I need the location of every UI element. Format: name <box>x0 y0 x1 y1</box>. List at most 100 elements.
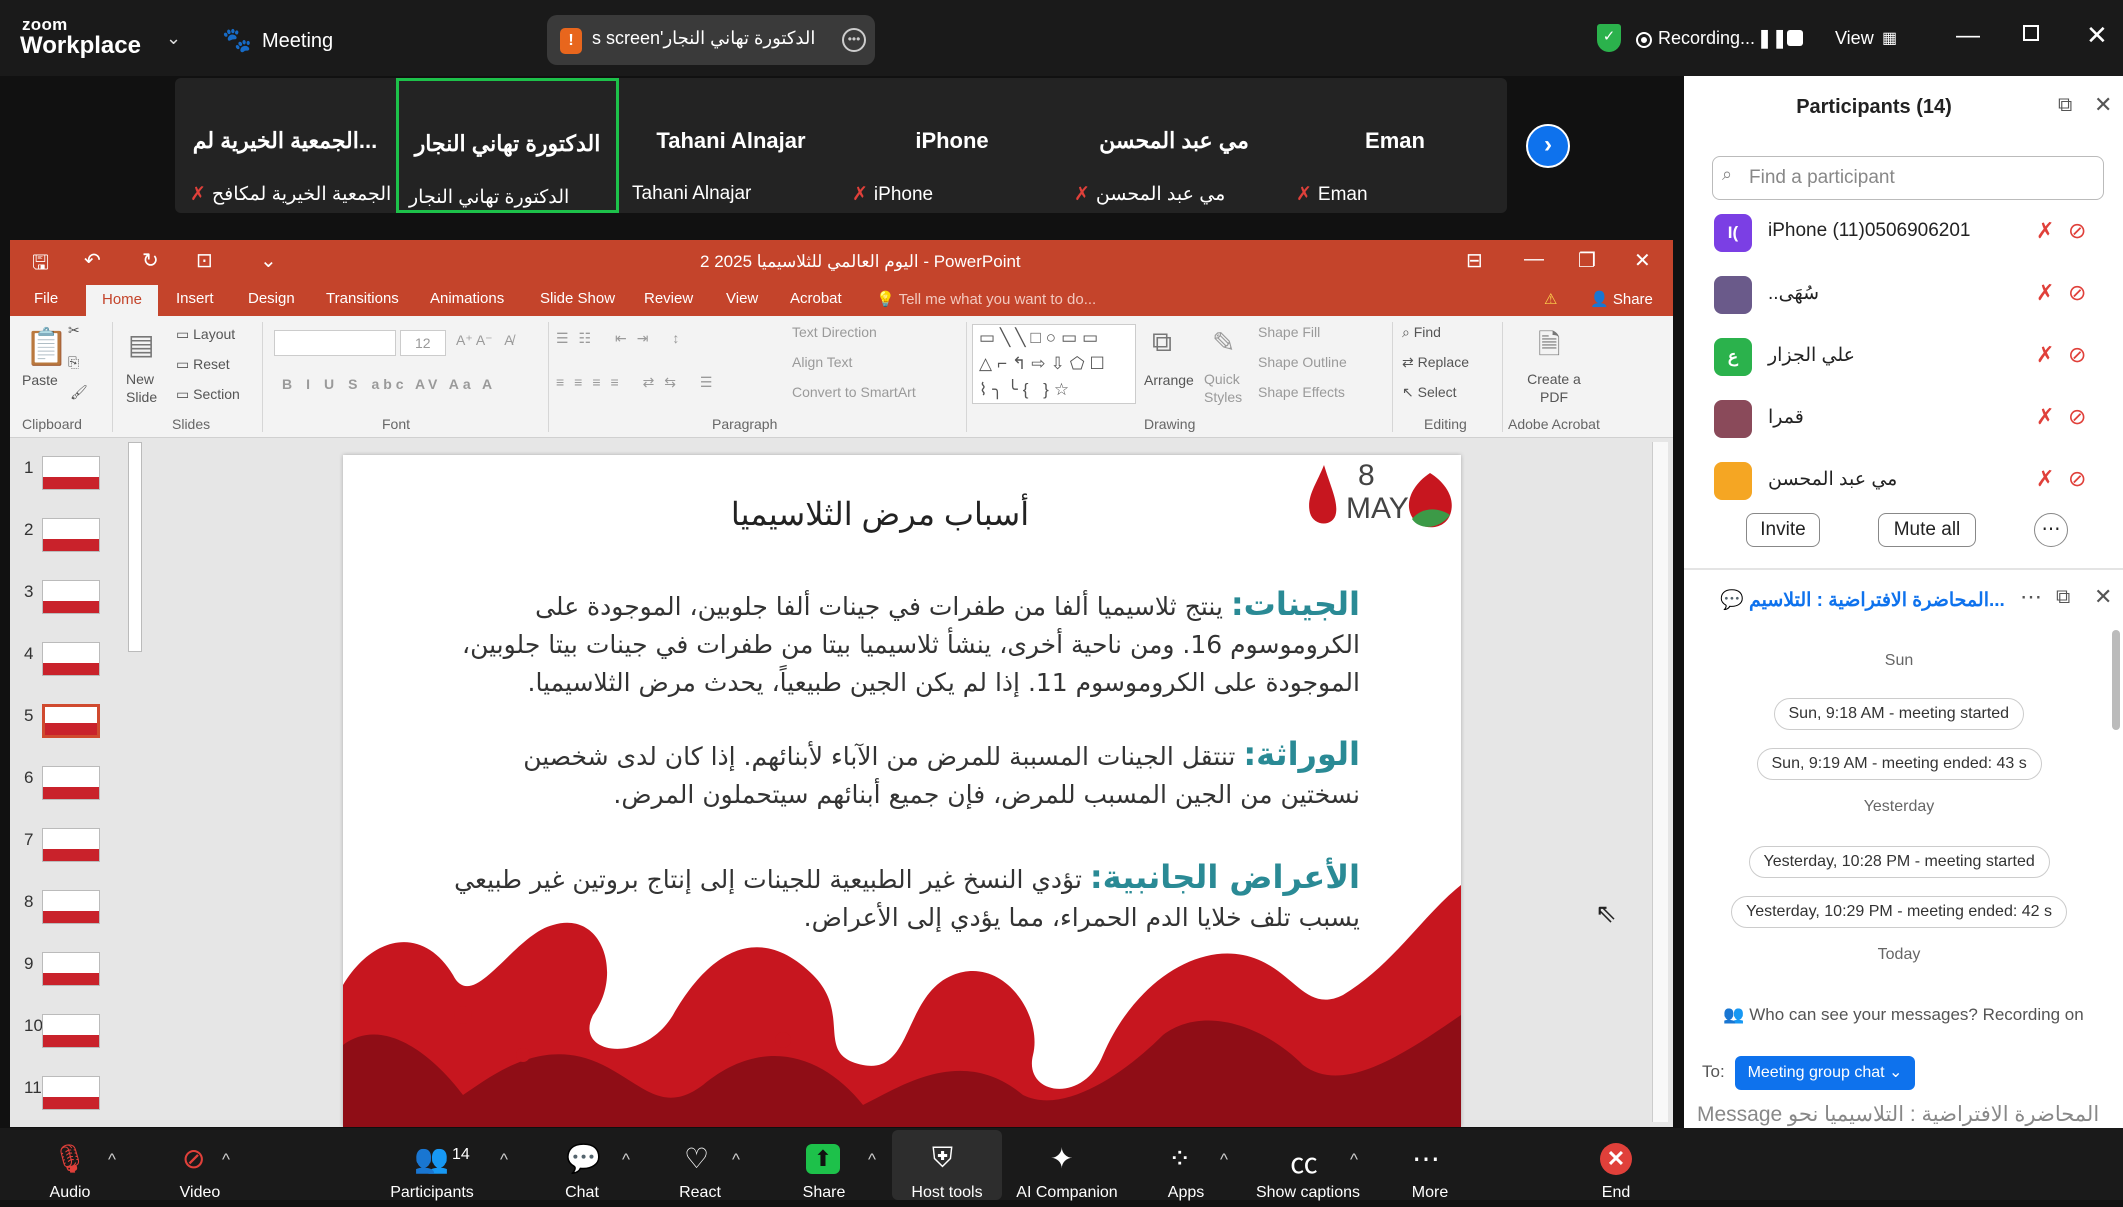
invite-button[interactable]: Invite <box>1746 513 1820 547</box>
redo-icon[interactable]: ↻ <box>142 248 159 273</box>
pp-close-button[interactable]: ✕ <box>1634 248 1651 273</box>
undo-icon[interactable]: ↶ <box>84 248 101 273</box>
participants-options-caret[interactable]: ^ <box>500 1150 508 1170</box>
video-off-icon[interactable]: ⊘ <box>182 1142 205 1175</box>
slide-thumbnail-selected[interactable] <box>42 704 100 738</box>
chat-options-caret[interactable]: ^ <box>622 1150 630 1170</box>
slide-thumbnail[interactable] <box>42 1076 100 1110</box>
meeting-label[interactable]: Meeting <box>262 30 333 53</box>
recipient-dropdown[interactable]: Meeting group chat ⌄ <box>1735 1056 1915 1090</box>
apps-icon[interactable]: ⁘ <box>1168 1142 1191 1175</box>
recording-notice[interactable]: 👥 Who can see your messages? Recording o… <box>1684 1005 2123 1025</box>
pause-recording-button[interactable]: ❚❚ <box>1757 28 1787 49</box>
select-button[interactable]: ↖ Select <box>1402 384 1457 401</box>
ribbon-display-icon[interactable]: ⊟ <box>1466 248 1483 273</box>
font-name-field[interactable] <box>274 330 396 356</box>
warning-icon[interactable]: ⚠ <box>1544 290 1557 308</box>
share-screen-icon[interactable]: ⬆ <box>806 1144 840 1174</box>
layout-button[interactable]: ▭ Layout <box>176 326 235 343</box>
pp-minimize-button[interactable]: — <box>1524 248 1544 271</box>
muted-mic-icon[interactable]: ✗ <box>2036 218 2054 244</box>
find-participant-input[interactable]: Find a participant <box>1712 156 2104 200</box>
audio-options-caret[interactable]: ^ <box>108 1150 116 1170</box>
video-off-icon[interactable]: ⊘ <box>2068 280 2086 306</box>
share-button[interactable]: Share <box>754 1184 894 1202</box>
slide-thumbnail[interactable] <box>42 766 100 800</box>
view-button[interactable]: View <box>1835 28 1874 49</box>
tab-transitions[interactable]: Transitions <box>326 290 399 307</box>
quick-styles-button[interactable]: Quick Styles <box>1204 370 1250 406</box>
muted-mic-icon[interactable]: ✗ <box>2036 342 2054 368</box>
list-indent-icons[interactable]: ☰☷ ⇤⇥ ↕ <box>556 330 689 347</box>
participant-row[interactable]: مي عبد المحسن ✗ ⊘ <box>1684 454 2104 510</box>
font-size-field[interactable]: 12 <box>400 330 446 356</box>
stop-recording-button[interactable] <box>1787 30 1803 46</box>
paste-button[interactable]: Paste <box>22 372 58 388</box>
slide-thumbnail[interactable] <box>42 518 100 552</box>
maximize-window-button[interactable] <box>2023 25 2039 41</box>
font-format-icons[interactable]: BIUSabc AV Aa A <box>282 376 496 392</box>
pp-restore-button[interactable]: ❐ <box>1578 248 1596 273</box>
mute-all-button[interactable]: Mute all <box>1878 513 1976 547</box>
shape-outline-button[interactable]: Shape Outline <box>1258 354 1347 370</box>
tab-view[interactable]: View <box>726 290 758 307</box>
close-icon[interactable]: ✕ <box>2094 92 2112 118</box>
slide-thumbnail[interactable] <box>42 456 100 490</box>
security-shield-icon[interactable]: ✓ <box>1597 24 1621 52</box>
shapes-gallery[interactable]: ▭╲╲□○▭▭ △⌐↰⇨⇩⬠☐ ⌇╮╰{ }☆ <box>972 324 1136 404</box>
video-tile[interactable]: الجمعية الخيرية لم... ✗ الجمعية الخيرية ل… <box>180 78 391 213</box>
share-options-caret[interactable]: ^ <box>868 1150 876 1170</box>
slide-thumbnail[interactable] <box>42 642 100 676</box>
format-painter-icon[interactable]: 🖌 <box>70 384 88 401</box>
arrange-icon[interactable]: ⧉ <box>1152 326 1172 359</box>
chat-scrollbar[interactable] <box>2112 630 2120 730</box>
close-window-button[interactable]: ✕ <box>2086 20 2108 51</box>
participants-button[interactable]: Participants <box>362 1184 502 1202</box>
chevron-down-icon[interactable]: ⌄ <box>166 28 181 49</box>
show-captions-button[interactable]: Show captions <box>1238 1184 1378 1202</box>
video-tile[interactable]: Eman ✗ Eman <box>1286 78 1504 213</box>
video-tile[interactable]: مي عبد المحسن ✗ مي عبد المحسن <box>1064 78 1284 213</box>
more-icon[interactable]: ⋯ <box>1412 1142 1440 1175</box>
alignment-icons[interactable]: ≡≡≡≡ ⇄⇆ ☰ <box>556 374 722 391</box>
video-off-icon[interactable]: ⊘ <box>2068 342 2086 368</box>
tab-review[interactable]: Review <box>644 290 693 307</box>
align-text-button[interactable]: Align Text <box>792 354 852 370</box>
apps-options-caret[interactable]: ^ <box>1220 1150 1228 1170</box>
tab-home[interactable]: Home <box>86 285 158 316</box>
grid-view-icon[interactable]: ▦ <box>1882 28 1897 48</box>
slide-thumbnail[interactable] <box>42 890 100 924</box>
participant-row[interactable]: قمرا ✗ ⊘ <box>1684 392 2104 448</box>
start-slideshow-icon[interactable]: ⊡ <box>196 248 213 273</box>
text-direction-button[interactable]: Text Direction <box>792 324 877 340</box>
copy-icon[interactable]: ⎘ <box>68 354 79 371</box>
video-button[interactable]: Video <box>130 1184 270 1202</box>
shape-fill-button[interactable]: Shape Fill <box>1258 324 1320 340</box>
chat-bubble-icon[interactable]: 💬 <box>566 1142 601 1175</box>
slide-thumbnail[interactable] <box>42 952 100 986</box>
tab-insert[interactable]: Insert <box>176 290 214 307</box>
find-button[interactable]: ⌕ Find <box>1402 324 1441 341</box>
react-options-caret[interactable]: ^ <box>732 1150 740 1170</box>
more-button[interactable]: More <box>1360 1184 1500 1202</box>
muted-mic-icon[interactable]: ✗ <box>2036 404 2054 430</box>
audio-button[interactable]: Audio <box>0 1184 140 1202</box>
captions-options-caret[interactable]: ^ <box>1350 1150 1358 1170</box>
convert-smartart-button[interactable]: Convert to SmartArt <box>792 384 916 400</box>
apps-button[interactable]: Apps <box>1116 1184 1256 1202</box>
next-page-button[interactable]: › <box>1526 124 1570 168</box>
tab-design[interactable]: Design <box>248 290 295 307</box>
share-document-button[interactable]: 👤 Share <box>1590 290 1653 308</box>
zoom-logo-workplace[interactable]: Workplace <box>20 32 141 60</box>
tab-slideshow[interactable]: Slide Show <box>540 290 615 307</box>
minimize-window-button[interactable]: — <box>1956 22 1980 50</box>
thumbnail-scrollbar[interactable] <box>128 442 142 652</box>
quick-styles-icon[interactable]: ✎ <box>1212 326 1235 359</box>
video-off-icon[interactable]: ⊘ <box>2068 218 2086 244</box>
end-meeting-icon[interactable]: ✕ <box>1600 1143 1632 1175</box>
react-button[interactable]: React <box>630 1184 770 1202</box>
video-options-caret[interactable]: ^ <box>222 1150 230 1170</box>
closed-captions-icon[interactable]: ㏄ <box>1290 1142 1318 1182</box>
participants-icon[interactable]: 👥 <box>414 1142 449 1175</box>
replace-button[interactable]: ⇄ Replace <box>1402 354 1469 371</box>
